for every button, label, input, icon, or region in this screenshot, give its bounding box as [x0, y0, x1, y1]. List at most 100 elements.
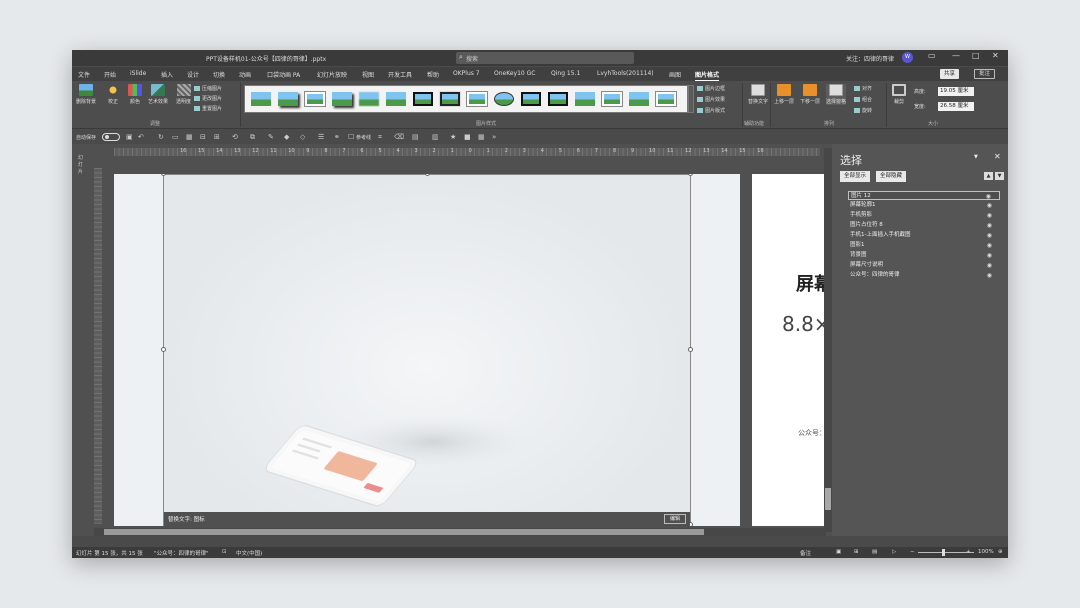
- fit-slide-icon[interactable]: ⊕: [998, 549, 1003, 555]
- align-left-icon[interactable]: ⊟: [200, 133, 206, 141]
- checkbox-icon[interactable]: ☐: [348, 133, 354, 141]
- style-thumbnail[interactable]: [251, 92, 271, 106]
- eye-icon[interactable]: ◉: [987, 231, 992, 240]
- fill-icon[interactable]: ◆: [284, 133, 289, 141]
- style-thumbnail[interactable]: [305, 92, 325, 106]
- link-icon[interactable]: ⚭: [334, 133, 340, 141]
- list-item[interactable]: 屏幕轮廓1 ◉: [848, 201, 1000, 210]
- tab-picture-format[interactable]: 图片格式: [695, 70, 720, 81]
- list-icon[interactable]: ☰: [318, 133, 324, 141]
- shape-icon[interactable]: ▭: [172, 133, 179, 141]
- notes-button[interactable]: 备注: [800, 549, 811, 557]
- tab-drawing[interactable]: 画图: [669, 70, 681, 79]
- more-icon[interactable]: »: [492, 133, 496, 141]
- list-item[interactable]: 手机剪影 ◉: [848, 211, 1000, 220]
- style-thumbnail[interactable]: [629, 92, 649, 106]
- zoom-level[interactable]: 100%: [978, 549, 994, 555]
- selection-pane-button[interactable]: 选择窗格: [826, 84, 847, 105]
- scroll-thumb[interactable]: [825, 488, 831, 510]
- maximize-icon[interactable]: □: [972, 51, 980, 60]
- picture-layout-button[interactable]: 图片版式: [697, 107, 725, 114]
- style-thumbnail[interactable]: [602, 92, 622, 106]
- tab-help[interactable]: 帮助: [427, 70, 439, 79]
- tab-okplus[interactable]: OKPlus 7: [453, 70, 480, 77]
- save-icon[interactable]: ▣: [126, 133, 133, 141]
- tab-qing[interactable]: Qing 15.1: [551, 70, 580, 77]
- search-box[interactable]: ⌕ 搜索: [456, 52, 634, 64]
- bring-forward-button[interactable]: 上移一层: [774, 84, 794, 105]
- picture-icon[interactable]: ▦: [186, 133, 193, 141]
- tab-file[interactable]: 文件: [78, 70, 90, 79]
- gallery-scroll[interactable]: [688, 85, 694, 113]
- style-thumbnail[interactable]: [278, 92, 298, 106]
- horizontal-scrollbar[interactable]: [94, 528, 826, 536]
- align-button[interactable]: 对齐: [854, 85, 872, 92]
- picture-styles-gallery[interactable]: [244, 85, 688, 113]
- format-painter-icon[interactable]: ✎: [268, 133, 274, 141]
- tab-developer[interactable]: 开发工具: [388, 70, 412, 79]
- tab-transitions[interactable]: 切换: [213, 70, 225, 79]
- selection-frame[interactable]: [163, 174, 691, 526]
- eye-icon[interactable]: ◉: [987, 201, 992, 210]
- tab-lvyhtools[interactable]: LvyhTools(201114): [597, 70, 654, 77]
- eye-icon[interactable]: ◉: [987, 221, 992, 230]
- comments-button[interactable]: 批注: [974, 69, 996, 79]
- list-item[interactable]: 图片 12 ◉: [848, 191, 1000, 200]
- tab-onekey[interactable]: OneKey10 GC: [494, 70, 535, 77]
- alt-text-button[interactable]: 替换文字: [748, 84, 768, 105]
- group-icon[interactable]: ⧉: [250, 133, 255, 142]
- eye-icon[interactable]: ◉: [987, 261, 992, 270]
- list-item[interactable]: 背景图 ◉: [848, 251, 1000, 260]
- image-icon[interactable]: ▦: [478, 133, 485, 141]
- autosave-toggle[interactable]: [102, 133, 120, 141]
- pane-options-icon[interactable]: ▼: [974, 154, 978, 160]
- zoom-in-icon[interactable]: +: [966, 549, 971, 555]
- zoom-slider-knob[interactable]: [942, 549, 945, 556]
- undo-icon[interactable]: ↶: [138, 133, 144, 141]
- crop-small-icon[interactable]: ⌗: [378, 133, 382, 142]
- crop-button[interactable]: 裁剪: [892, 84, 906, 105]
- edit-alt-text-button[interactable]: 编辑: [663, 514, 686, 524]
- resize-handle[interactable]: [161, 347, 166, 352]
- move-up-icon[interactable]: ▲: [984, 172, 993, 180]
- list-item[interactable]: 公众号：四律的哥律 ◉: [848, 271, 1000, 280]
- redo-icon[interactable]: ↻: [158, 133, 164, 141]
- show-all-button[interactable]: 全部显示: [840, 171, 871, 182]
- ribbon-display-icon[interactable]: ▭: [928, 51, 936, 60]
- eraser-icon[interactable]: ⌫: [394, 133, 404, 141]
- zoom-out-icon[interactable]: −: [910, 549, 915, 555]
- eye-icon[interactable]: ◉: [987, 211, 992, 220]
- text-box-icon[interactable]: ▤: [412, 133, 419, 141]
- tab-slideshow[interactable]: 幻灯片放映: [317, 70, 347, 79]
- style-thumbnail[interactable]: [332, 92, 352, 106]
- corrections-button[interactable]: 校正: [106, 84, 120, 105]
- hide-all-button[interactable]: 全部隐藏: [876, 171, 907, 182]
- tab-pocket-animation[interactable]: 口袋动画 PA: [267, 70, 300, 79]
- reset-picture-button[interactable]: 重置图片: [194, 105, 222, 112]
- style-thumbnail[interactable]: [386, 92, 406, 106]
- table-icon[interactable]: ▥: [432, 133, 439, 141]
- transparency-button[interactable]: 透明度: [176, 84, 191, 105]
- tab-design[interactable]: 设计: [187, 70, 199, 79]
- reading-view-icon[interactable]: ▤: [872, 549, 877, 555]
- tab-insert[interactable]: 插入: [161, 70, 173, 79]
- style-thumbnail[interactable]: [494, 92, 514, 106]
- outline-icon[interactable]: ◇: [300, 133, 305, 141]
- eye-icon[interactable]: ◉: [987, 271, 992, 280]
- change-picture-button[interactable]: 更改图片: [194, 95, 222, 102]
- picture-effects-button[interactable]: 图片效果: [697, 96, 725, 103]
- resize-handle[interactable]: [688, 174, 693, 176]
- slideshow-icon[interactable]: ▷: [892, 549, 896, 555]
- list-item[interactable]: 图影1 ◉: [848, 241, 1000, 250]
- width-input[interactable]: 26.58 厘米: [938, 102, 974, 111]
- vertical-scrollbar[interactable]: [824, 148, 832, 532]
- rotate-button[interactable]: 旋转: [854, 107, 872, 114]
- normal-view-icon[interactable]: ▣: [836, 549, 841, 555]
- style-thumbnail[interactable]: [521, 92, 541, 106]
- tab-animations[interactable]: 动画: [239, 70, 251, 79]
- slide-canvas[interactable]: 替换文字: 图标 编辑: [114, 174, 740, 526]
- eye-icon[interactable]: ◉: [986, 192, 991, 201]
- move-down-icon[interactable]: ▼: [995, 172, 1004, 180]
- pane-close-icon[interactable]: ✕: [994, 152, 1001, 161]
- list-item[interactable]: 手机1-上面插入手机截图 ◉: [848, 231, 1000, 240]
